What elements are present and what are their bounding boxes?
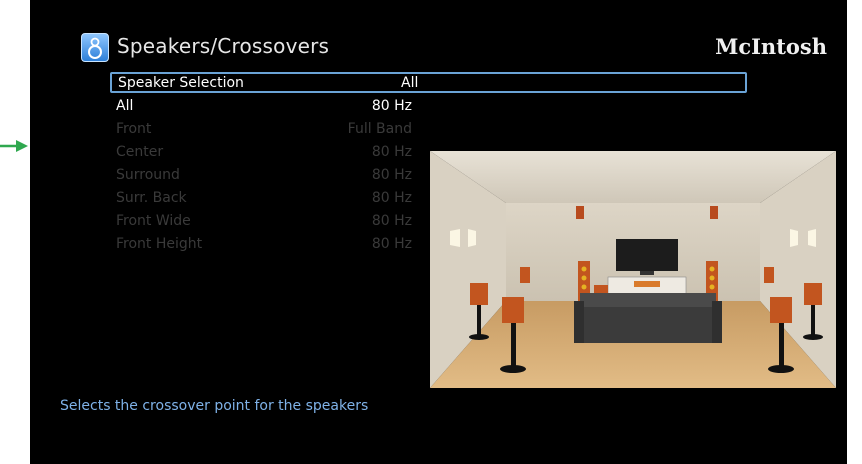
tv-screen: Speakers/Crossovers McIntosh Speaker Sel…	[30, 0, 847, 464]
crossover-value: 80 Hz	[371, 167, 412, 183]
crossover-value: Full Band	[347, 121, 412, 137]
crossover-value: 80 Hz	[371, 190, 412, 206]
speaker-selection-label: Speaker Selection	[118, 75, 244, 91]
green-arrow-icon	[0, 140, 28, 152]
crossover-row-all[interactable]: All 80 Hz	[116, 98, 412, 118]
crossover-label: Center	[116, 144, 164, 160]
crossover-value: 80 Hz	[371, 144, 412, 160]
page-title: Speakers/Crossovers	[117, 34, 330, 58]
crossover-label: Surround	[116, 167, 180, 183]
crossover-row-front-wide: Front Wide 80 Hz	[116, 213, 412, 233]
brand-logo: McIntosh	[715, 34, 827, 59]
crossover-value: 80 Hz	[371, 213, 412, 229]
crossover-label: All	[116, 98, 134, 114]
speaker-selection-row[interactable]: Speaker Selection All	[110, 72, 747, 93]
help-text: Selects the crossover point for the spea…	[60, 398, 369, 414]
crossover-label: Front	[116, 121, 152, 137]
crossover-label: Front Wide	[116, 213, 191, 229]
crossover-value: 80 Hz	[371, 236, 412, 252]
speaker-icon	[81, 33, 109, 62]
speaker-selection-value: All	[401, 75, 419, 91]
speaker-layout-illustration	[430, 151, 836, 388]
crossover-label: Front Height	[116, 236, 203, 252]
crossover-row-surr-back: Surr. Back 80 Hz	[116, 190, 412, 210]
crossover-value: 80 Hz	[371, 98, 412, 114]
crossover-row-front: Front Full Band	[116, 121, 412, 141]
crossover-row-surround: Surround 80 Hz	[116, 167, 412, 187]
crossover-row-front-height: Front Height 80 Hz	[116, 236, 412, 256]
crossover-row-center: Center 80 Hz	[116, 144, 412, 164]
crossover-label: Surr. Back	[116, 190, 187, 206]
